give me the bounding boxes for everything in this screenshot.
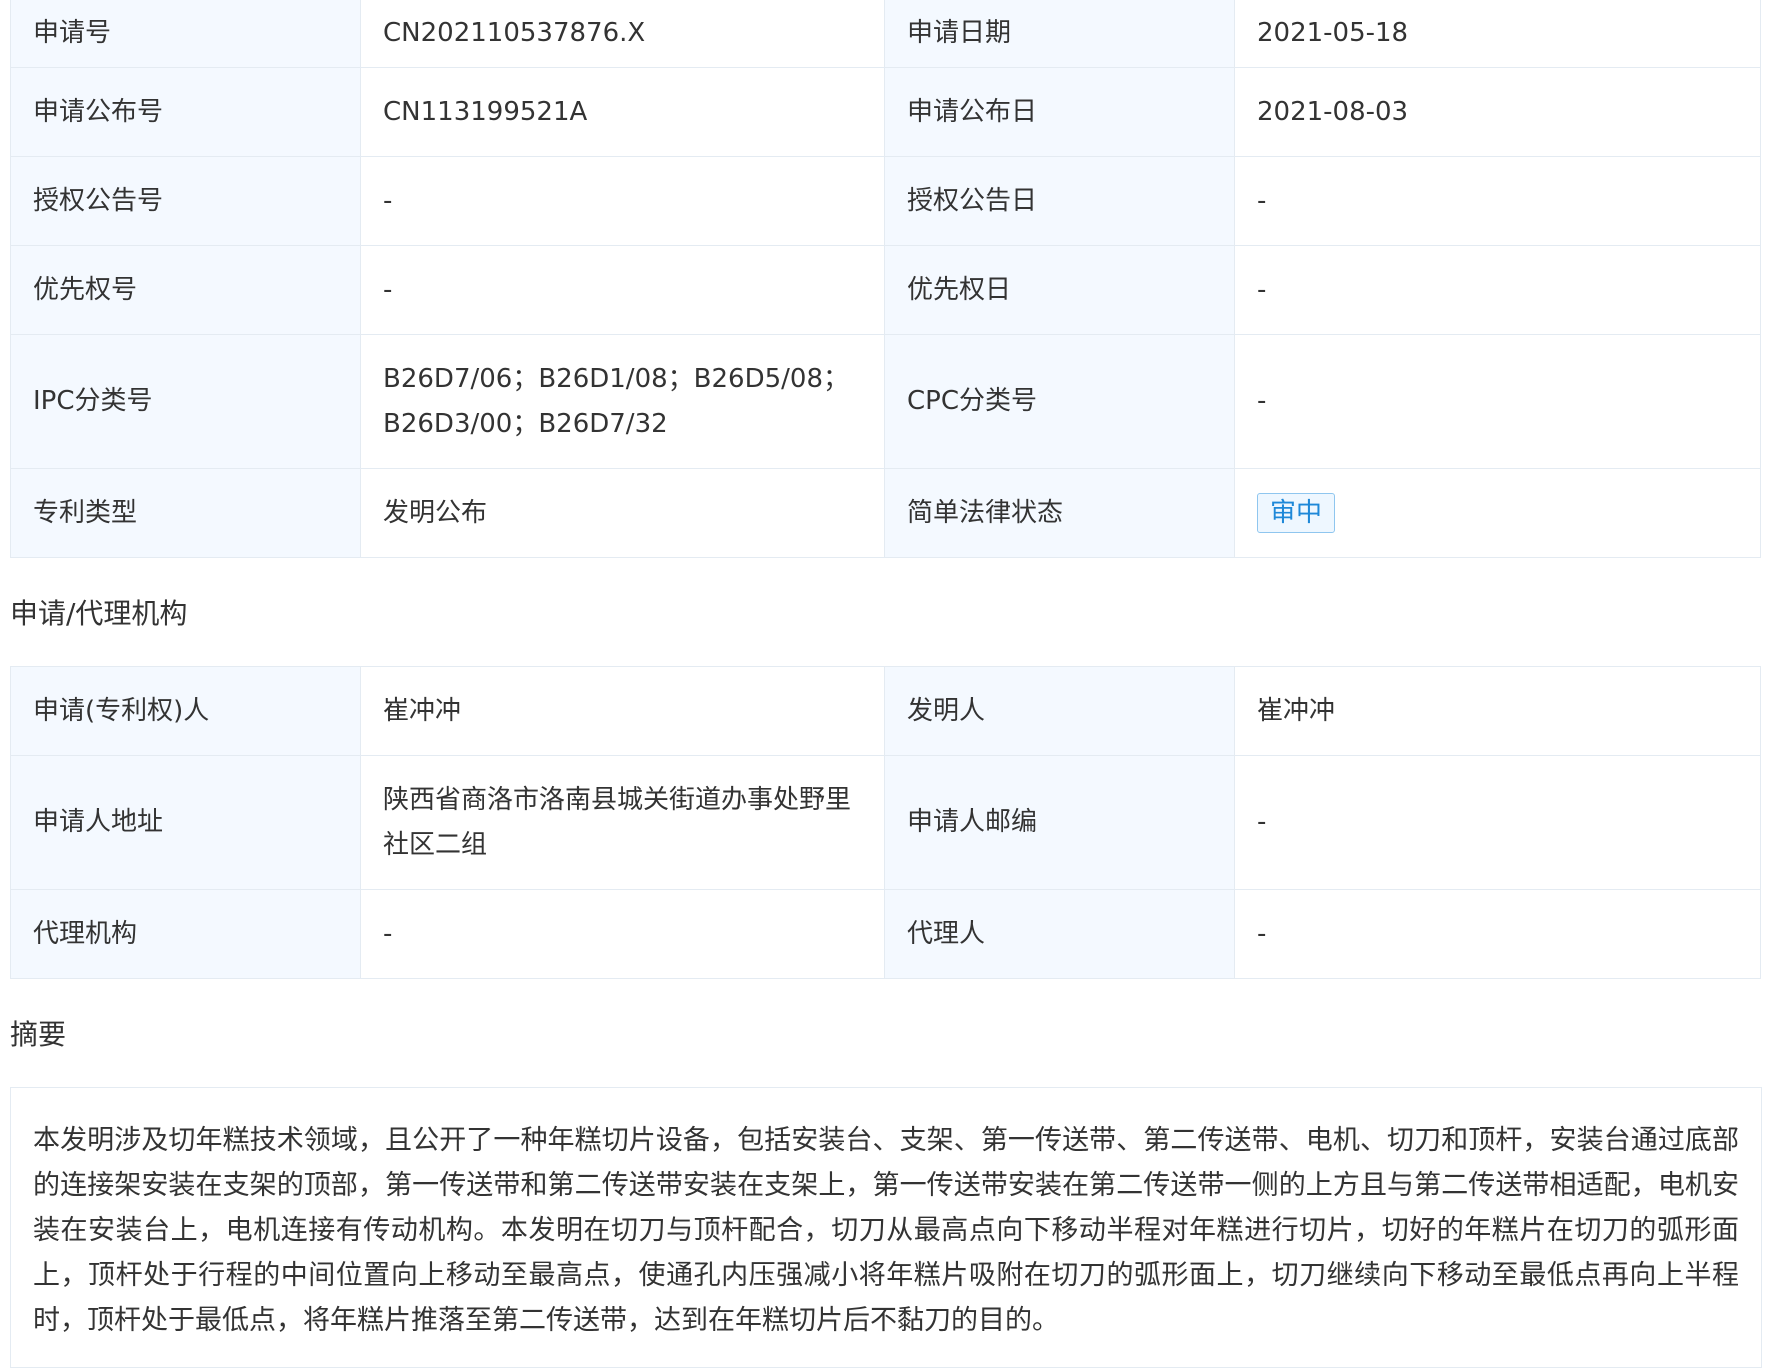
applicant-address-value: 陕西省商洛市洛南县城关街道办事处野里社区二组 bbox=[360, 755, 885, 890]
table-row: IPC分类号 B26D7/06；B26D1/08；B26D5/08；B26D3/… bbox=[10, 334, 1761, 469]
publication-number-label: 申请公布号 bbox=[10, 67, 361, 157]
grant-date-label: 授权公告日 bbox=[884, 156, 1235, 246]
applicant-value: 崔冲冲 bbox=[360, 666, 885, 756]
application-date-value: 2021-05-18 bbox=[1234, 0, 1761, 68]
table-row: 申请公布号 CN113199521A 申请公布日 2021-08-03 bbox=[10, 67, 1761, 157]
inventor-label: 发明人 bbox=[884, 666, 1235, 756]
application-date-label: 申请日期 bbox=[884, 0, 1235, 68]
agency-label: 代理机构 bbox=[10, 889, 361, 979]
application-number-value: CN202110537876.X bbox=[360, 0, 885, 68]
ipc-value: B26D7/06；B26D1/08；B26D5/08；B26D3/00；B26D… bbox=[360, 334, 885, 469]
table-row: 申请人地址 陕西省商洛市洛南县城关街道办事处野里社区二组 申请人邮编 - bbox=[10, 755, 1761, 890]
applicant-postcode-label: 申请人邮编 bbox=[884, 755, 1235, 890]
cpc-label: CPC分类号 bbox=[884, 334, 1235, 469]
patent-type-label: 专利类型 bbox=[10, 468, 361, 558]
priority-date-label: 优先权日 bbox=[884, 245, 1235, 335]
agent-value: - bbox=[1234, 889, 1761, 979]
applicant-address-label: 申请人地址 bbox=[10, 755, 361, 890]
table-row: 代理机构 - 代理人 - bbox=[10, 889, 1761, 979]
table-row: 专利类型 发明公布 简单法律状态 审中 bbox=[10, 468, 1761, 558]
table-row: 授权公告号 - 授权公告日 - bbox=[10, 156, 1761, 246]
cpc-value: - bbox=[1234, 334, 1761, 469]
priority-number-value: - bbox=[360, 245, 885, 335]
table-row: 优先权号 - 优先权日 - bbox=[10, 245, 1761, 335]
grant-number-value: - bbox=[360, 156, 885, 246]
publication-date-label: 申请公布日 bbox=[884, 67, 1235, 157]
basic-info-table: 申请号 CN202110537876.X 申请日期 2021-05-18 申请公… bbox=[10, 0, 1761, 558]
agency-value: - bbox=[360, 889, 885, 979]
priority-date-value: - bbox=[1234, 245, 1761, 335]
patent-type-value: 发明公布 bbox=[360, 468, 885, 558]
patent-detail-page: 申请号 CN202110537876.X 申请日期 2021-05-18 申请公… bbox=[10, 0, 1762, 1368]
inventor-value: 崔冲冲 bbox=[1234, 666, 1761, 756]
legal-status-cell: 审中 bbox=[1234, 468, 1761, 558]
applicant-label: 申请(专利权)人 bbox=[10, 666, 361, 756]
publication-date-value: 2021-08-03 bbox=[1234, 67, 1761, 157]
legal-status-label: 简单法律状态 bbox=[884, 468, 1235, 558]
applicant-section-title: 申请/代理机构 bbox=[10, 597, 188, 630]
agent-label: 代理人 bbox=[884, 889, 1235, 979]
abstract-text: 本发明涉及切年糕技术领域，且公开了一种年糕切片设备，包括安装台、支架、第一传送带… bbox=[10, 1087, 1762, 1368]
table-row: 申请(专利权)人 崔冲冲 发明人 崔冲冲 bbox=[10, 666, 1761, 756]
publication-number-value: CN113199521A bbox=[360, 67, 885, 157]
priority-number-label: 优先权号 bbox=[10, 245, 361, 335]
table-row: 申请号 CN202110537876.X 申请日期 2021-05-18 bbox=[10, 0, 1761, 68]
application-number-label: 申请号 bbox=[10, 0, 361, 68]
ipc-label: IPC分类号 bbox=[10, 334, 361, 469]
grant-number-label: 授权公告号 bbox=[10, 156, 361, 246]
applicant-table: 申请(专利权)人 崔冲冲 发明人 崔冲冲 申请人地址 陕西省商洛市洛南县城关街道… bbox=[10, 666, 1761, 979]
status-badge: 审中 bbox=[1257, 492, 1336, 533]
abstract-section-title: 摘要 bbox=[10, 1018, 67, 1051]
grant-date-value: - bbox=[1234, 156, 1761, 246]
applicant-postcode-value: - bbox=[1234, 755, 1761, 890]
